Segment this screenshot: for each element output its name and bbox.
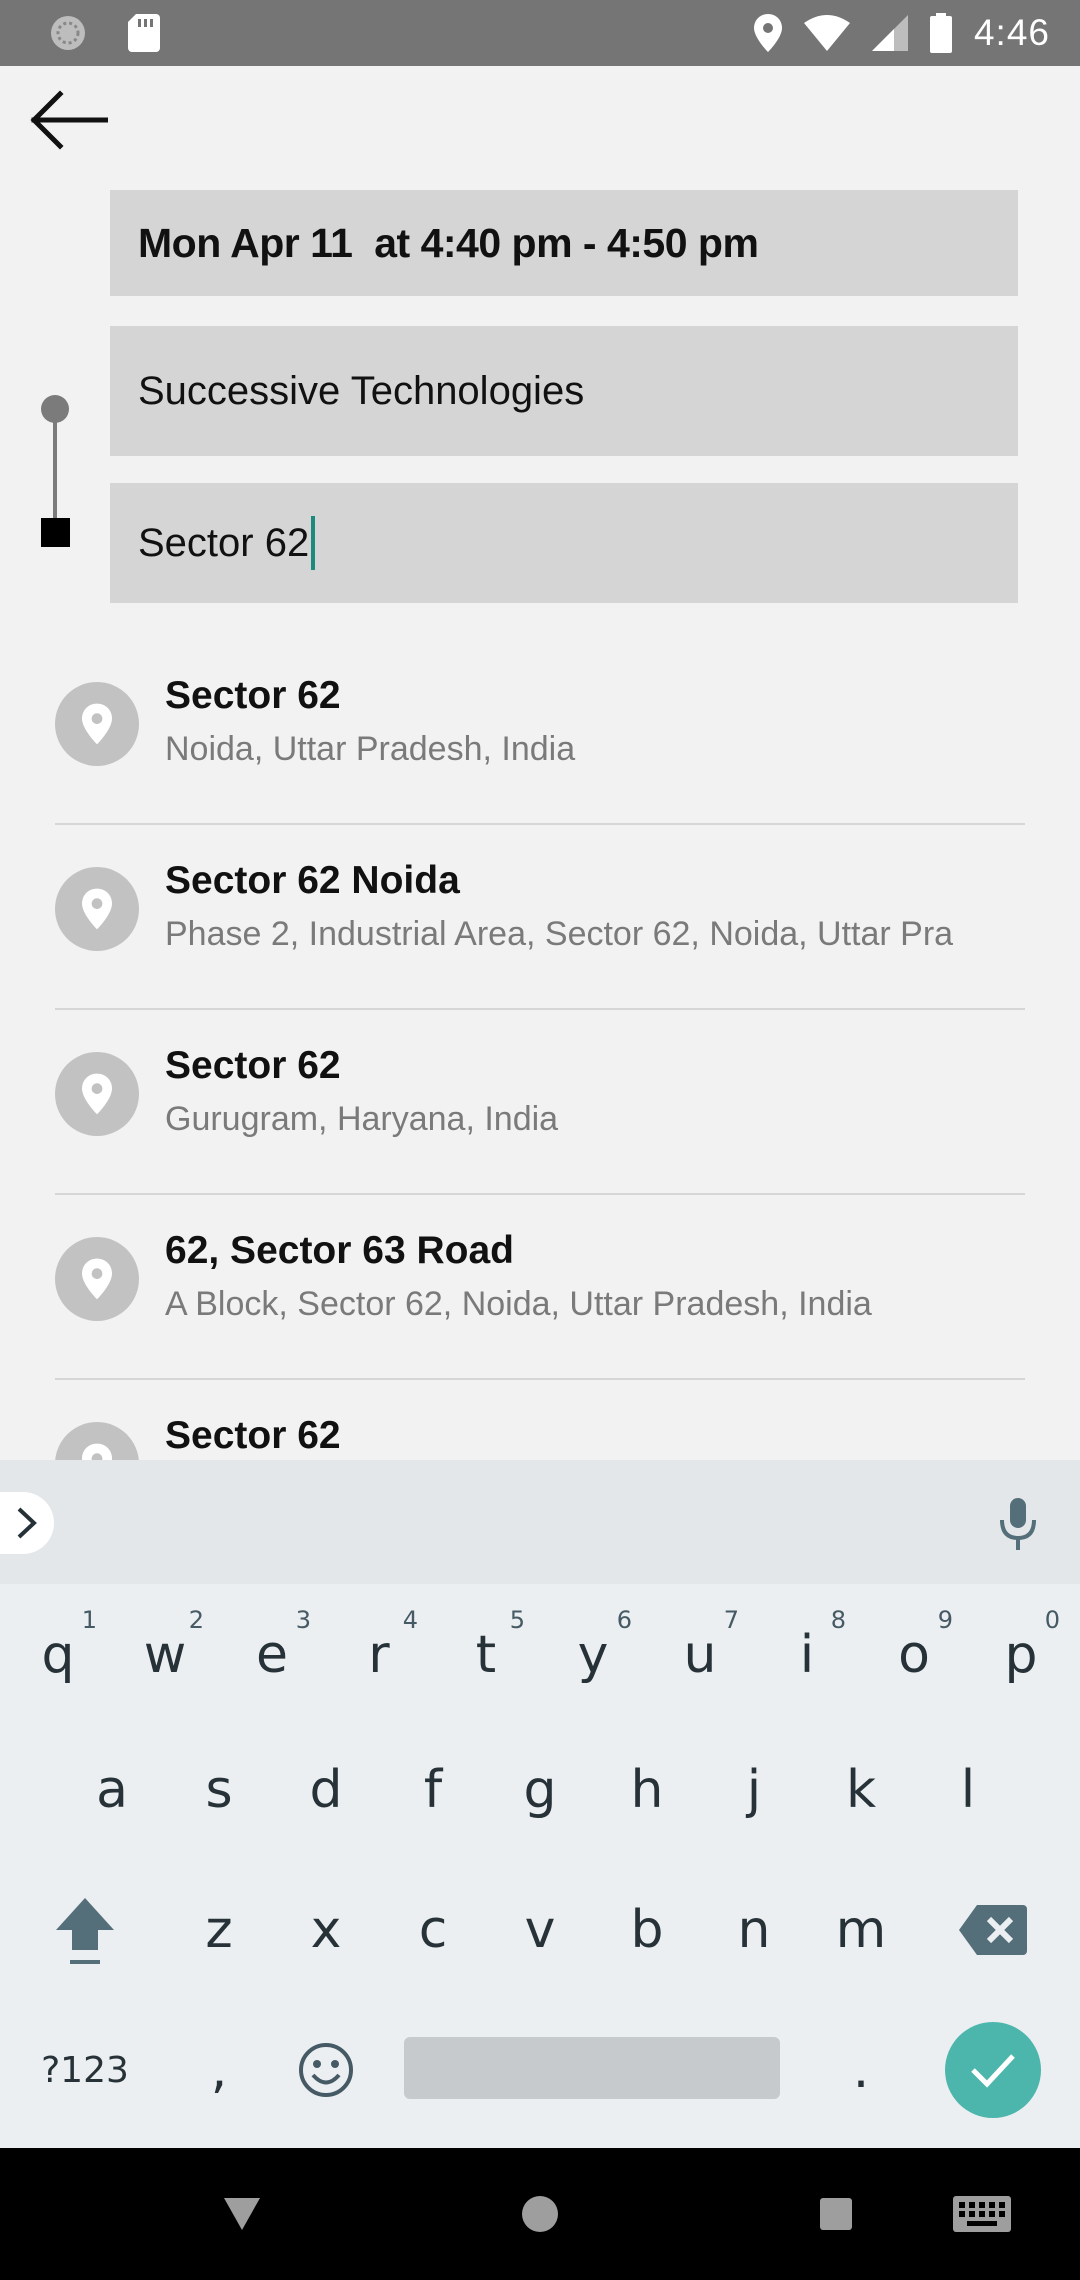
location-pin-icon — [55, 1052, 139, 1136]
shift-icon — [56, 1898, 114, 1964]
key-l[interactable]: l — [915, 1735, 1021, 1845]
backspace-key[interactable] — [940, 1875, 1046, 1985]
key-period[interactable]: . — [808, 2015, 914, 2125]
sync-icon — [51, 16, 85, 50]
voice-input-button[interactable] — [986, 1492, 1050, 1556]
key-s[interactable]: s — [166, 1735, 272, 1845]
result-subtitle: Phase 2, Industrial Area, Sector 62, Noi… — [165, 915, 954, 953]
key-r[interactable]: r4 — [326, 1600, 432, 1710]
key-y[interactable]: y6 — [540, 1600, 646, 1710]
home-button[interactable] — [500, 2178, 580, 2250]
wifi-icon — [803, 15, 850, 51]
result-subtitle: Gurugram, Haryana, India — [165, 1100, 559, 1138]
key-c[interactable]: c — [380, 1875, 486, 1985]
emoji-icon — [299, 2043, 353, 2097]
destination-text: Sector 62 — [138, 520, 310, 565]
backspace-icon — [959, 1905, 1027, 1955]
sd-card-icon — [128, 14, 160, 52]
result-title: Sector 62 Noida — [165, 859, 460, 902]
key-t[interactable]: t5 — [433, 1600, 539, 1710]
destination-square — [41, 518, 70, 547]
route-line — [53, 418, 57, 518]
home-icon — [522, 2196, 558, 2232]
recents-icon — [820, 2198, 852, 2230]
key-p[interactable]: p0 — [968, 1600, 1074, 1710]
space-key[interactable] — [404, 2037, 780, 2099]
key-m[interactable]: m — [808, 1875, 914, 1985]
key-f[interactable]: f — [380, 1735, 486, 1845]
text-cursor — [311, 516, 316, 570]
result-title: 62, Sector 63 Road — [165, 1229, 514, 1272]
location-pin-icon — [55, 867, 139, 951]
list-item[interactable]: Sector 62 Noida Phase 2, Industrial Area… — [55, 825, 1025, 1010]
search-results-list: Sector 62 Noida, Uttar Pradesh, India Se… — [0, 640, 1080, 1460]
result-title: Sector 62 — [165, 674, 341, 717]
key-i[interactable]: i8 — [754, 1600, 860, 1710]
back-nav-button[interactable] — [202, 2178, 282, 2250]
back-button[interactable] — [26, 88, 110, 152]
list-item[interactable]: 62, Sector 63 Road A Block, Sector 62, N… — [55, 1195, 1025, 1380]
back-arrow-icon — [30, 90, 108, 150]
navigation-bar — [0, 2148, 1080, 2280]
location-pin-icon — [55, 1237, 139, 1321]
list-item[interactable]: Sector 62 Gurugram, Haryana, India — [55, 1010, 1025, 1195]
microphone-icon — [1000, 1498, 1036, 1550]
result-subtitle: Noida, Uttar Pradesh, India — [165, 730, 576, 768]
result-title: Sector 62 — [165, 1414, 341, 1457]
key-j[interactable]: j — [701, 1735, 807, 1845]
status-bar: 4:46 — [0, 0, 1080, 66]
signal-icon — [871, 15, 908, 51]
key-w[interactable]: w2 — [112, 1600, 218, 1710]
nav-back-icon — [224, 2198, 260, 2230]
location-icon — [753, 14, 782, 52]
battery-icon — [929, 13, 952, 53]
expand-toolbar-button[interactable] — [0, 1492, 54, 1554]
pickup-text: Successive Technologies — [138, 368, 585, 413]
key-z[interactable]: z — [166, 1875, 272, 1985]
key-k[interactable]: k — [808, 1735, 914, 1845]
key-b[interactable]: b — [594, 1875, 700, 1985]
done-key[interactable] — [945, 2022, 1041, 2118]
key-d[interactable]: d — [273, 1735, 379, 1845]
soft-keyboard: q1 w2 e3 r4 t5 y6 u7 i8 o9 p0 a s d f g … — [0, 1460, 1080, 2148]
symbols-key[interactable]: ?123 — [32, 2015, 138, 2125]
key-v[interactable]: v — [487, 1875, 593, 1985]
keyboard-switch-button[interactable] — [942, 2178, 1022, 2250]
result-subtitle: A Block, Sector 62, Noida, Uttar Pradesh… — [165, 1285, 872, 1323]
check-icon — [971, 2054, 1015, 2088]
location-pin-icon — [55, 1422, 139, 1460]
key-x[interactable]: x — [273, 1875, 379, 1985]
list-item[interactable]: Sector 62 — [55, 1380, 1025, 1460]
schedule-time-field[interactable]: Mon Apr 11 at 4:40 pm - 4:50 pm — [110, 190, 1018, 296]
key-e[interactable]: e3 — [219, 1600, 325, 1710]
destination-input[interactable]: Sector 62 — [110, 483, 1018, 603]
list-item[interactable]: Sector 62 Noida, Uttar Pradesh, India — [55, 640, 1025, 825]
location-pin-icon — [55, 682, 139, 766]
status-time: 4:46 — [973, 12, 1050, 53]
key-a[interactable]: a — [59, 1735, 165, 1845]
key-g[interactable]: g — [487, 1735, 593, 1845]
key-h[interactable]: h — [594, 1735, 700, 1845]
keyboard-icon — [953, 2196, 1011, 2232]
key-o[interactable]: o9 — [861, 1600, 967, 1710]
emoji-key[interactable] — [273, 2015, 379, 2125]
shift-key[interactable] — [32, 1875, 138, 1985]
keyboard-suggestion-bar — [0, 1460, 1080, 1584]
key-comma[interactable]: , — [166, 2015, 272, 2125]
chevron-right-icon — [17, 1507, 37, 1539]
key-n[interactable]: n — [701, 1875, 807, 1985]
recents-button[interactable] — [796, 2178, 876, 2250]
pickup-input[interactable]: Successive Technologies — [110, 326, 1018, 456]
key-u[interactable]: u7 — [647, 1600, 753, 1710]
schedule-time-text: Mon Apr 11 at 4:40 pm - 4:50 pm — [138, 219, 759, 266]
key-q[interactable]: q1 — [5, 1600, 111, 1710]
result-title: Sector 62 — [165, 1044, 341, 1087]
